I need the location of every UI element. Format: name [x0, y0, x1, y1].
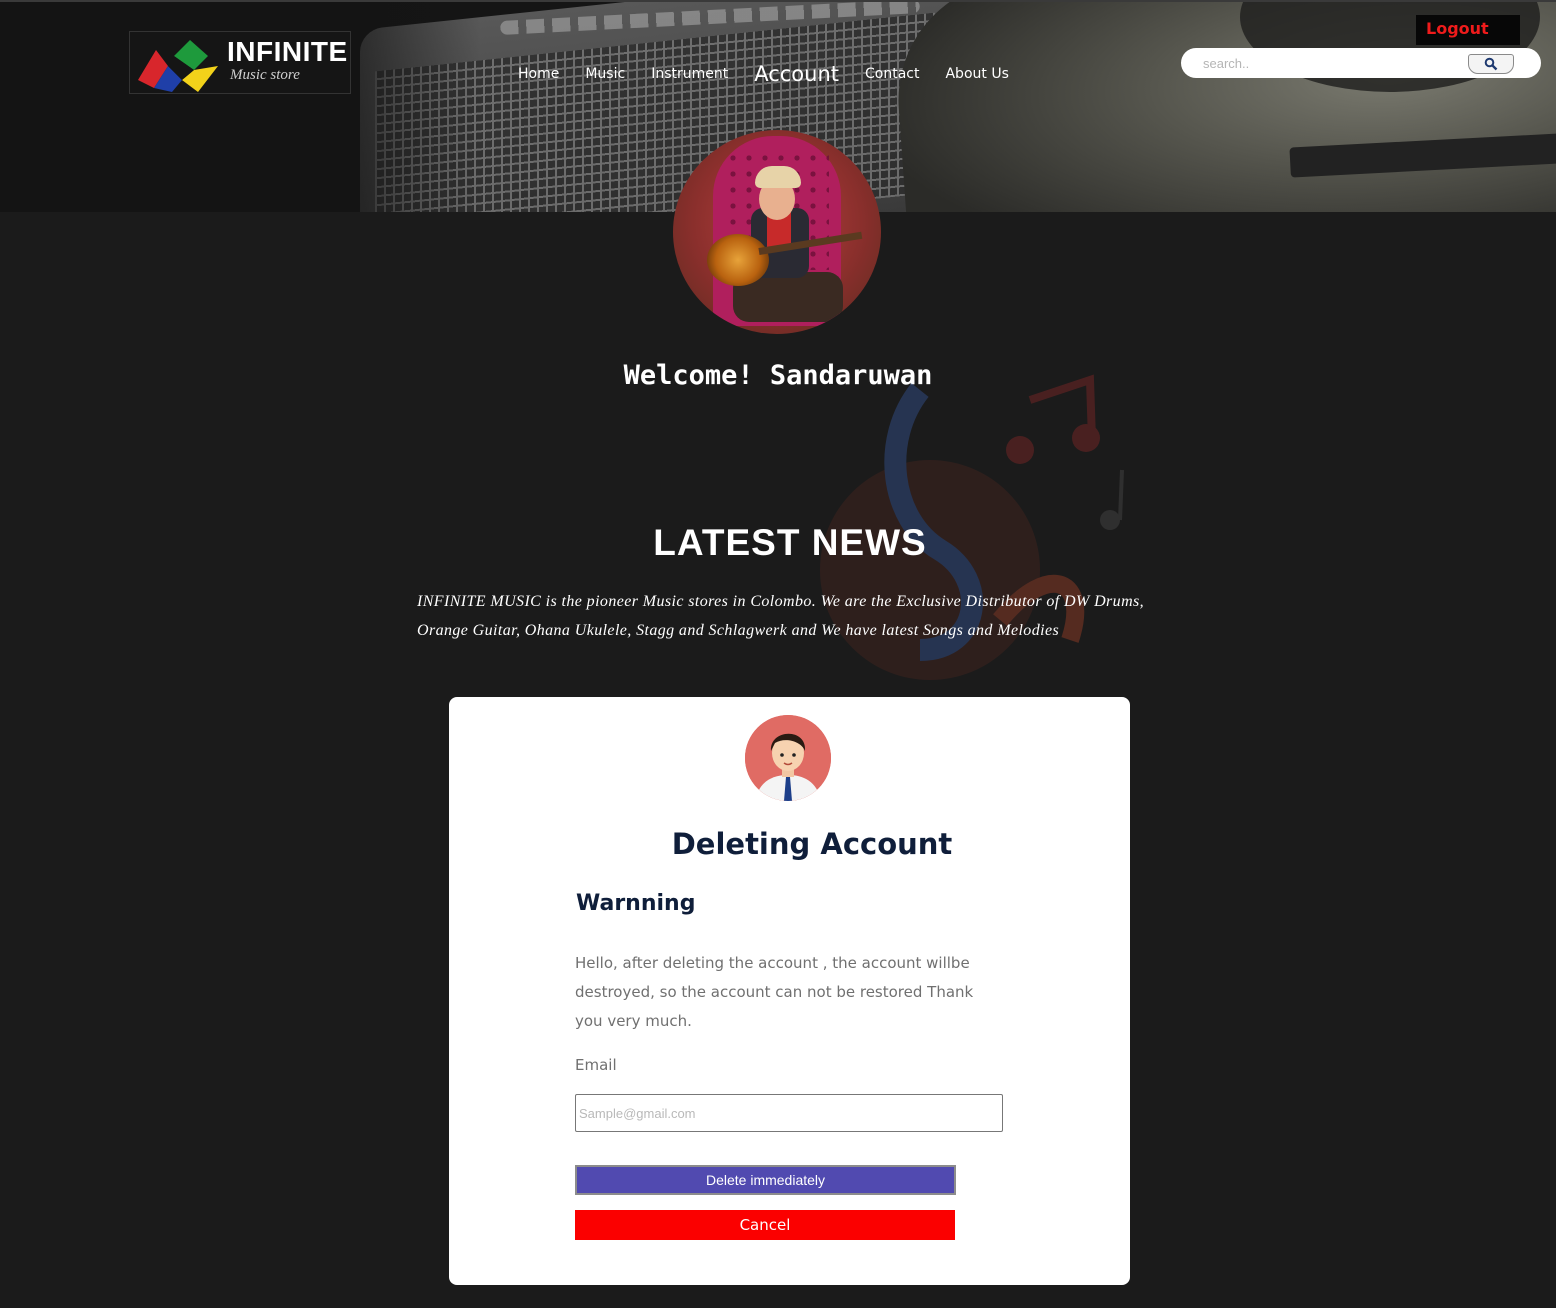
- search-icon: [1484, 57, 1498, 71]
- nav-instrument[interactable]: Instrument: [651, 60, 728, 88]
- cancel-button[interactable]: Cancel: [575, 1210, 955, 1240]
- logo-subtitle: Music store: [230, 67, 300, 83]
- warning-message: Hello, after deleting the account , the …: [575, 954, 974, 1030]
- warning-heading: Warnning: [576, 891, 696, 916]
- avatar-guitar-body: [707, 234, 769, 286]
- nav-home[interactable]: Home: [518, 60, 559, 88]
- latest-news-text: INFINITE MUSIC is the pioneer Music stor…: [417, 593, 1145, 639]
- latest-news-heading: LATEST NEWS: [653, 522, 927, 563]
- main-nav: Home Music Instrument Account Contact Ab…: [518, 58, 1035, 88]
- user-avatar-icon: [745, 715, 831, 801]
- logo-mark-icon: [138, 40, 218, 92]
- delete-immediately-button[interactable]: Delete immediately: [575, 1165, 956, 1195]
- nav-music[interactable]: Music: [585, 60, 625, 88]
- delete-account-card: Deleting Account Warnning Hello, after d…: [449, 697, 1130, 1285]
- nav-account[interactable]: Account: [754, 60, 839, 88]
- logout-button[interactable]: Logout: [1416, 15, 1520, 45]
- search-input[interactable]: [1203, 52, 1453, 74]
- avatar-hat: [755, 166, 801, 188]
- nav-about-us[interactable]: About Us: [945, 60, 1008, 88]
- logo-title: INFINITE: [227, 36, 348, 67]
- delete-account-title: Deleting Account: [671, 827, 953, 861]
- site-logo[interactable]: INFINITE Music store: [129, 31, 351, 94]
- search-button[interactable]: [1468, 54, 1514, 74]
- email-field[interactable]: [575, 1094, 1003, 1132]
- email-label: Email: [575, 1056, 617, 1074]
- nav-contact[interactable]: Contact: [865, 60, 919, 88]
- profile-avatar: [673, 130, 881, 334]
